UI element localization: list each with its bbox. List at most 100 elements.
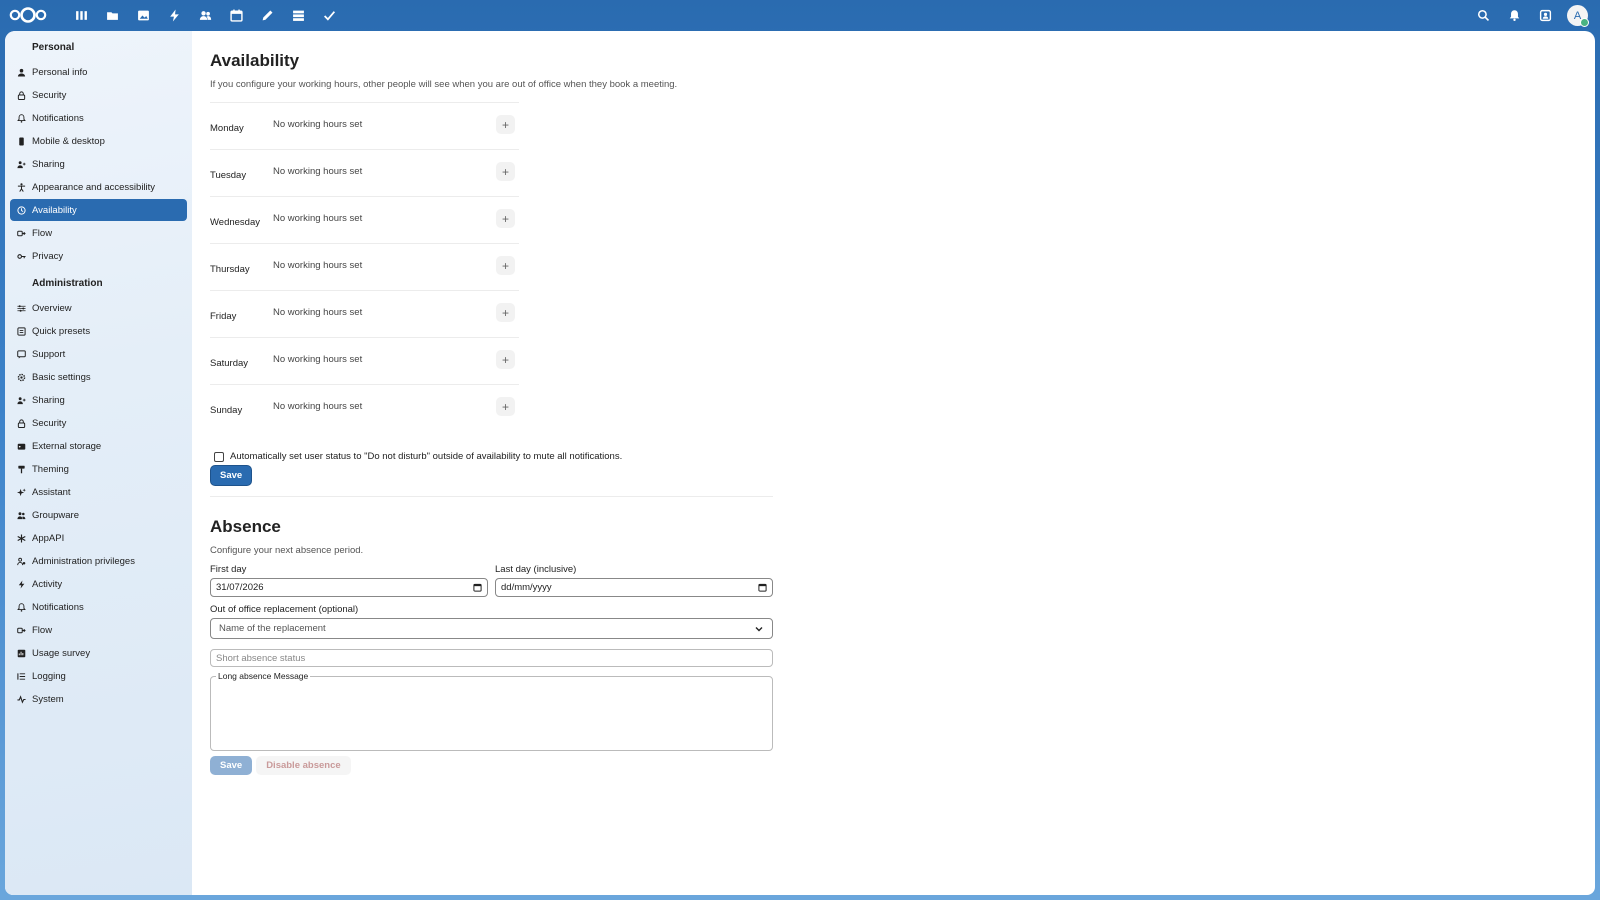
sidebar-item-support[interactable]: Support: [10, 343, 187, 365]
files-icon[interactable]: [97, 0, 128, 31]
sidebar-item-theming[interactable]: Theming: [10, 458, 187, 480]
dashboard-icon[interactable]: [66, 0, 97, 31]
add-slot-button[interactable]: +: [496, 256, 515, 275]
sidebar-item-label: Appearance and accessibility: [32, 181, 156, 193]
day-hours: No working hours set: [273, 212, 363, 224]
sidebar-item-administration-privileges[interactable]: Administration privileges: [10, 550, 187, 572]
sidebar-item-label: Assistant: [32, 486, 71, 498]
sidebar-item-notifications[interactable]: Notifications: [10, 107, 187, 129]
key-icon: [10, 252, 32, 261]
clock-icon: [10, 205, 32, 215]
short-absence-status-input[interactable]: Short absence status: [210, 649, 773, 667]
api-icon: [10, 533, 32, 543]
sidebar-item-label: Activity: [32, 578, 63, 590]
notes-icon[interactable]: [252, 0, 283, 31]
sidebar-item-usage-survey[interactable]: Usage survey: [10, 642, 187, 664]
sidebar-item-overview[interactable]: Overview: [10, 297, 187, 319]
sidebar-item-availability[interactable]: Availability: [10, 199, 187, 221]
last-day-input[interactable]: dd/mm/yyyy: [495, 578, 773, 597]
sidebar-item-security[interactable]: Security: [10, 84, 187, 106]
status-online-indicator: [1580, 18, 1589, 27]
sidebar-item-assistant[interactable]: Assistant: [10, 481, 187, 503]
sidebar-item-label: Logging: [32, 670, 66, 682]
sidebar-item-quick-presets[interactable]: Quick presets: [10, 320, 187, 342]
add-slot-button[interactable]: +: [496, 162, 515, 181]
sidebar-item-sharing[interactable]: Sharing: [10, 153, 187, 175]
tasks-icon[interactable]: [314, 0, 345, 31]
sidebar-item-flow[interactable]: Flow: [10, 619, 187, 641]
sidebar-item-mobile-desktop[interactable]: Mobile & desktop: [10, 130, 187, 152]
search-icon[interactable]: [1468, 0, 1499, 31]
replacement-select[interactable]: Name of the replacement: [210, 618, 773, 639]
sidebar-item-security[interactable]: Security: [10, 412, 187, 434]
first-day-value: 31/07/2026: [216, 582, 264, 593]
bell-icon: [10, 113, 32, 123]
sidebar-item-label: Groupware: [32, 509, 79, 521]
add-slot-button[interactable]: +: [496, 350, 515, 369]
sidebar-item-label: Notifications: [32, 112, 84, 124]
last-day-label: Last day (inclusive): [495, 564, 577, 575]
phone-icon: [10, 136, 32, 146]
user-avatar[interactable]: A: [1567, 5, 1589, 27]
nextcloud-logo-icon[interactable]: [8, 6, 48, 24]
sidebar-item-system[interactable]: System: [10, 688, 187, 710]
day-hours: No working hours set: [273, 118, 363, 130]
sidebar-item-basic-settings[interactable]: Basic settings: [10, 366, 187, 388]
app-navigation: [66, 0, 345, 31]
personal-nav: Personal info Security Notifications Mobile…: [5, 61, 192, 267]
activity-icon[interactable]: [159, 0, 190, 31]
add-slot-button[interactable]: +: [496, 303, 515, 322]
brush-icon: [10, 465, 32, 474]
availability-title: Availability: [210, 51, 300, 70]
sidebar-item-label: Mobile & desktop: [32, 135, 105, 147]
sidebar-item-groupware[interactable]: Groupware: [10, 504, 187, 526]
absence-save-button[interactable]: Save: [210, 756, 253, 775]
absence-title: Absence: [210, 517, 281, 536]
notifications-bell-icon[interactable]: [1499, 0, 1530, 31]
sidebar-item-personal-info[interactable]: Personal info: [10, 61, 187, 83]
add-slot-button[interactable]: +: [496, 397, 515, 416]
calendar-picker-icon[interactable]: [473, 583, 482, 592]
sidebar-item-label: Theming: [32, 463, 69, 475]
sidebar-item-flow[interactable]: Flow: [10, 222, 187, 244]
sidebar-item-activity[interactable]: Activity: [10, 573, 187, 595]
sidebar-item-privacy[interactable]: Privacy: [10, 245, 187, 267]
settings-content: Availability If you configure your worki…: [192, 31, 1595, 895]
add-slot-button[interactable]: +: [496, 209, 515, 228]
gear-icon: [10, 373, 32, 382]
day-hours: No working hours set: [273, 259, 363, 271]
sidebar-item-sharing[interactable]: Sharing: [10, 389, 187, 411]
calendar-picker-icon[interactable]: [758, 583, 767, 592]
sidebar-item-notifications[interactable]: Notifications: [10, 596, 187, 618]
sidebar-item-label: Flow: [32, 624, 53, 636]
day-name: Thursday: [210, 263, 250, 275]
add-slot-button[interactable]: +: [496, 115, 515, 134]
availability-description: If you configure your working hours, oth…: [210, 79, 678, 90]
first-day-input[interactable]: 31/07/2026: [210, 578, 488, 597]
dnd-label: Automatically set user status to "Do not…: [230, 451, 623, 462]
photos-icon[interactable]: [128, 0, 159, 31]
sidebar-item-external-storage[interactable]: External storage: [10, 435, 187, 457]
contacts-icon[interactable]: [190, 0, 221, 31]
deck-icon[interactable]: [283, 0, 314, 31]
section-divider: [210, 496, 773, 497]
disable-absence-button[interactable]: Disable absence: [256, 756, 351, 775]
day-row-saturday: Saturday No working hours set +: [210, 337, 519, 384]
sidebar-item-label: Privacy: [32, 250, 64, 262]
accessibility-icon: [10, 182, 32, 192]
sidebar-item-label: Sharing: [32, 394, 65, 406]
administration-nav: Overview Quick presets Support Basic settin…: [5, 297, 192, 710]
long-absence-message-textarea[interactable]: Long absence Message: [210, 671, 773, 751]
settings-window: Personal Personal info Security Notificati…: [5, 31, 1595, 895]
sidebar-item-appapi[interactable]: AppAPI: [10, 527, 187, 549]
availability-save-button[interactable]: Save: [210, 465, 253, 486]
sidebar-item-logging[interactable]: Logging: [10, 665, 187, 687]
sidebar-item-appearance-and-accessibility[interactable]: Appearance and accessibility: [10, 176, 187, 198]
plus-icon: +: [501, 117, 509, 132]
short-status-placeholder: Short absence status: [216, 652, 306, 664]
calendar-icon[interactable]: [221, 0, 252, 31]
contacts-menu-icon[interactable]: [1530, 0, 1561, 31]
share-icon: [10, 396, 32, 405]
sidebar-item-label: Usage survey: [32, 647, 91, 659]
dnd-checkbox[interactable]: [214, 451, 224, 462]
